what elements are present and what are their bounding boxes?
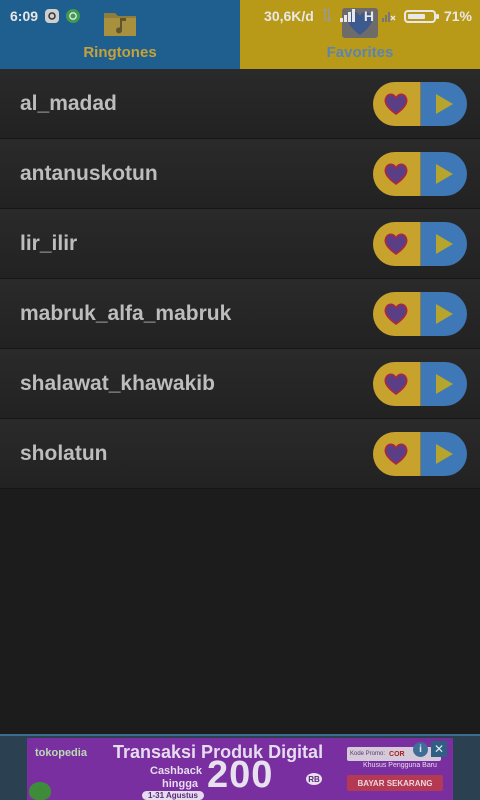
- status-time: 6:09: [10, 8, 39, 24]
- play-button[interactable]: [419, 361, 467, 406]
- mascot-icon: [29, 782, 51, 800]
- network-type: H: [363, 8, 374, 24]
- ad-amount: 200: [207, 754, 274, 796]
- ringtone-name: antanuskotun: [20, 161, 158, 185]
- list-item[interactable]: shalawat_khawakib: [0, 349, 480, 419]
- ringtone-actions: [373, 81, 467, 126]
- ringtone-name: sholatun: [20, 441, 108, 465]
- ad-hingga: hingga: [162, 778, 199, 790]
- heart-icon: [384, 92, 408, 115]
- ringtone-name: al_madad: [20, 91, 117, 115]
- tab-ringtones-label: Ringtones: [83, 44, 157, 61]
- favorite-button[interactable]: [373, 431, 420, 476]
- signal-icon: [339, 8, 356, 25]
- ringtone-name: mabruk_alfa_mabruk: [20, 301, 232, 325]
- heart-icon: [384, 372, 408, 395]
- battery-percent: 71%: [443, 8, 472, 24]
- ad-subtext: Khusus Pengguna Baru: [363, 762, 437, 769]
- network-speed: 30,6K/d: [264, 8, 314, 24]
- ad-promo-code: COR: [389, 750, 405, 758]
- play-button[interactable]: [419, 431, 467, 476]
- ad-banner[interactable]: tokopedia Transaksi Produk Digital Cashb…: [27, 738, 453, 800]
- no-signal-icon: [381, 8, 396, 25]
- ad-cashback: Cashback: [150, 765, 202, 777]
- battery-level: [407, 13, 425, 19]
- play-icon: [435, 163, 453, 184]
- heart-icon: [384, 162, 408, 185]
- play-icon: [435, 303, 453, 324]
- list-item[interactable]: antanuskotun: [0, 139, 480, 209]
- ringtone-actions: [373, 221, 467, 266]
- data-transfer-icon: [322, 7, 332, 25]
- whatsapp-icon: [66, 9, 81, 23]
- ringtone-name: lir_ilir: [20, 231, 78, 255]
- ad-banner-container: tokopedia Transaksi Produk Digital Cashb…: [0, 734, 480, 800]
- list-item[interactable]: sholatun: [0, 419, 480, 489]
- favorite-button[interactable]: [373, 291, 420, 336]
- app-screen: Ringtones Favorites 6:09 30,6K/d H 71% a…: [0, 0, 480, 800]
- play-button[interactable]: [419, 81, 467, 126]
- ringtone-actions: [373, 361, 467, 406]
- heart-icon: [384, 442, 408, 465]
- ad-brand: tokopedia: [35, 747, 87, 759]
- tab-favorites-label: Favorites: [326, 44, 394, 61]
- play-icon: [435, 443, 453, 464]
- play-button[interactable]: [419, 221, 467, 266]
- ringtone-actions: [373, 431, 467, 476]
- ad-close-icon[interactable]: ✕: [431, 741, 447, 757]
- heart-icon: [384, 302, 408, 325]
- heart-icon: [384, 232, 408, 255]
- ad-info-icon[interactable]: i: [413, 742, 428, 757]
- play-icon: [435, 233, 453, 254]
- ad-amount-unit: RB: [306, 773, 322, 785]
- favorite-button[interactable]: [373, 151, 420, 196]
- list-item[interactable]: al_madad: [0, 69, 480, 139]
- status-bar: 6:09 30,6K/d H 71%: [0, 0, 480, 32]
- play-button[interactable]: [419, 151, 467, 196]
- play-icon: [435, 93, 453, 114]
- ringtone-actions: [373, 151, 467, 196]
- ad-promo-label: Kode Promo:: [350, 751, 386, 757]
- ringtone-actions: [373, 291, 467, 336]
- list-item[interactable]: lir_ilir: [0, 209, 480, 279]
- ringtone-list: al_madad antanuskotun lir_ilir mabruk_alfa_…: [0, 69, 480, 489]
- battery-icon: [403, 9, 439, 23]
- play-button[interactable]: [419, 291, 467, 336]
- favorite-button[interactable]: [373, 361, 420, 406]
- favorite-button[interactable]: [373, 221, 420, 266]
- ad-cta-button[interactable]: BAYAR SEKARANG: [347, 775, 443, 791]
- ringtone-name: shalawat_khawakib: [20, 371, 215, 395]
- play-icon: [435, 373, 453, 394]
- favorite-button[interactable]: [373, 81, 420, 126]
- list-item[interactable]: mabruk_alfa_mabruk: [0, 279, 480, 349]
- ad-date: 1-31 Agustus: [142, 791, 204, 800]
- notification-icon: [45, 9, 60, 23]
